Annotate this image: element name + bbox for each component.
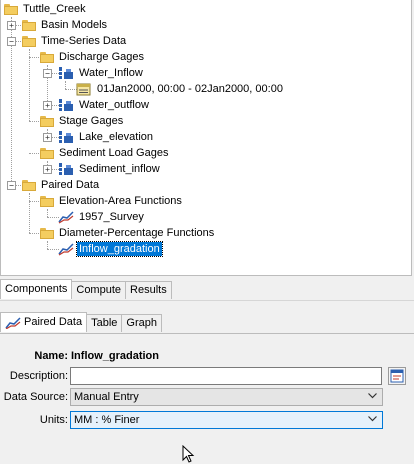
tree-node-label: Stage Gages [59,115,124,127]
units-row: Units: MM : % Finer [0,411,414,431]
tree-node-label: Sediment Load Gages [59,147,169,159]
tree-node-1957-survey[interactable]: 1957_Survey [58,209,146,225]
tree-node-inflow-gradation[interactable]: Inflow_gradation [58,241,163,257]
tree-node-lake-elevation[interactable]: Lake_elevation [58,129,155,145]
tree-node-sediment-inflow[interactable]: Sediment_inflow [58,161,162,177]
gage-icon [59,163,73,175]
gage-icon [59,99,73,111]
tree-node-label: Paired Data [41,179,100,191]
name-value: Inflow_gradation [71,350,159,362]
explorer-tab-bar: Components Compute Results [0,279,172,299]
folder-icon [4,3,18,15]
edit-description-button[interactable] [388,367,406,385]
folder-icon [40,195,54,207]
chevron-down-icon [368,393,377,399]
data-source-value: Manual Entry [74,391,139,403]
tab-components[interactable]: Components [0,279,73,299]
paired-data-editor: Name: Inflow_gradation Description: Data… [0,333,414,463]
tree-node-label: 1957_Survey [79,211,144,223]
paired-data-curve-icon [58,211,74,224]
data-source-row: Data Source: Manual Entry [0,388,414,408]
tree-node-label: Water_outflow [79,99,149,111]
tree-node-label: Inflow_gradation [76,241,163,257]
tab-paired-data[interactable]: Paired Data [0,312,88,332]
tree-node-water-inflow-time-window[interactable]: 01Jan2000, 00:00 - 02Jan2000, 00:00 [76,81,285,97]
folder-icon [22,19,36,31]
tree-node-basin-models[interactable]: Basin Models [22,17,109,33]
folder-icon [22,35,36,47]
tree-node-time-series-data[interactable]: Time-Series Data [22,33,128,49]
mouse-cursor-icon [182,445,195,463]
data-source-label: Data Source: [3,391,68,403]
tree-node-label: Tuttle_Creek [23,3,86,15]
tree-node-label: Sediment_inflow [79,163,160,175]
tree-node-water-outflow[interactable]: Water_outflow [58,97,151,113]
tree-guide [47,209,48,217]
tree-node-diameter-percentage-functions[interactable]: Diameter-Percentage Functions [40,225,216,241]
tree-node-paired-data[interactable]: Paired Data [22,177,101,193]
tree-node-discharge-gages[interactable]: Discharge Gages [40,49,146,65]
tab-table[interactable]: Table [86,314,123,332]
tree-guide [65,81,66,89]
tree-node-label: 01Jan2000, 00:00 - 02Jan2000, 00:00 [97,83,283,95]
tree-guide [29,193,30,233]
tree-node-label: Water_Inflow [79,67,143,79]
tab-results[interactable]: Results [125,281,172,299]
tree-node-water-inflow[interactable]: Water_Inflow [58,65,145,81]
tree-node-label: Basin Models [41,19,108,31]
gage-icon [59,131,73,143]
collapse-paired-data[interactable]: − [7,181,16,190]
tree-guide [29,49,30,121]
component-tree[interactable]: + − − + + + − Tuttle_Creek Basin Models … [0,0,412,276]
description-row: Description: [0,367,414,387]
tree-node-sediment-load-gages[interactable]: Sediment Load Gages [40,145,170,161]
expand-sediment-inflow[interactable]: + [43,165,52,174]
description-input[interactable] [70,367,382,385]
units-select[interactable]: MM : % Finer [70,411,383,429]
folder-icon [40,227,54,239]
name-label: Name: [34,350,68,362]
data-source-select[interactable]: Manual Entry [70,388,383,406]
expand-lake-elevation[interactable]: + [43,133,52,142]
tree-node-label: Diameter-Percentage Functions [59,227,215,239]
tab-label: Paired Data [24,316,83,328]
chevron-down-icon [368,416,377,422]
tab-compute[interactable]: Compute [71,281,127,299]
expand-water-outflow[interactable]: + [43,101,52,110]
units-value: MM : % Finer [74,414,140,426]
tree-node-elevation-area-functions[interactable]: Elevation-Area Functions [40,193,184,209]
folder-icon [40,115,54,127]
tree-node-root[interactable]: Tuttle_Creek [4,1,88,17]
tree-node-label: Discharge Gages [59,51,144,63]
time-window-icon [76,83,91,96]
units-label: Units: [39,414,68,426]
folder-icon [40,147,54,159]
gage-icon [59,67,73,79]
edit-description-icon [390,369,404,383]
folder-icon [40,51,54,63]
description-label: Description: [9,370,68,382]
tree-node-label: Lake_elevation [79,131,154,143]
paired-data-curve-icon [5,316,21,329]
tab-graph[interactable]: Graph [121,314,162,332]
tree-guide [47,241,48,249]
name-row: Name: Inflow_gradation [0,347,414,367]
expand-basin-models[interactable]: + [7,21,16,30]
paired-data-curve-icon [58,243,74,256]
tree-node-label: Time-Series Data [41,35,127,47]
tree-node-stage-gages[interactable]: Stage Gages [40,113,125,129]
folder-icon [22,179,36,191]
component-editor-tab-bar: Paired Data Table Graph [0,312,162,332]
tree-node-label: Elevation-Area Functions [59,195,182,207]
collapse-water-inflow[interactable]: − [43,69,52,78]
collapse-time-series-data[interactable]: − [7,37,16,46]
panel-splitter[interactable] [0,300,414,308]
